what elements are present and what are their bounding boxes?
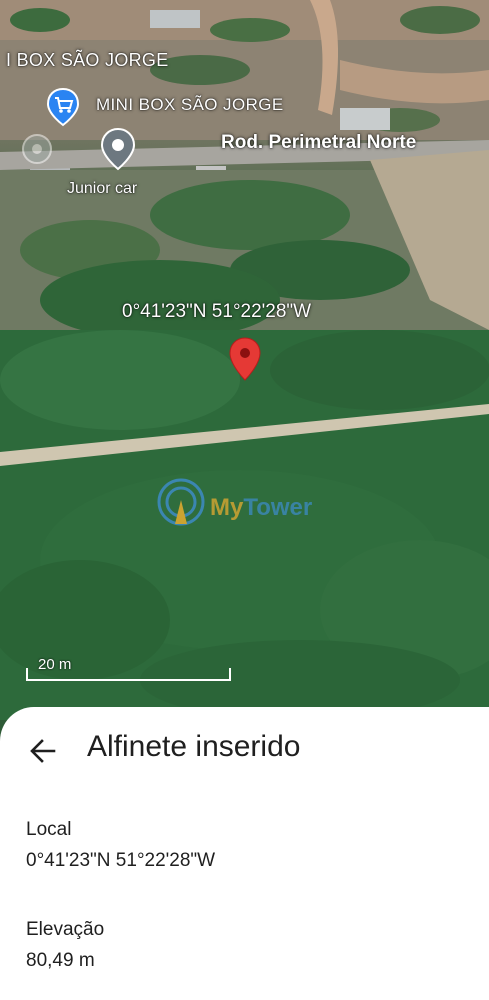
poi-label-shop[interactable]: MINI BOX SÃO JORGE — [96, 95, 284, 115]
mytower-watermark-text: MyTower — [210, 494, 313, 521]
poi-label-top[interactable]: I BOX SÃO JORGE — [6, 50, 169, 71]
location-pin-icon[interactable] — [100, 127, 136, 171]
elevation-value: 80,49 m — [26, 950, 95, 971]
back-arrow-icon[interactable] — [28, 734, 58, 768]
location-value[interactable]: 0°41'23"N 51°22'28"W — [26, 850, 215, 872]
location-label: Local — [26, 819, 72, 840]
road-label: Rod. Perimetral Norte — [221, 132, 417, 153]
sheet-title: Alfinete inserido — [87, 730, 301, 763]
satellite-map[interactable]: I BOX SÃO JORGE MINI BOX SÃO JORGE Junio… — [0, 0, 489, 720]
red-map-pin-icon[interactable] — [228, 336, 262, 382]
faded-location-icon — [22, 134, 52, 164]
elevation-label: Elevação — [26, 919, 105, 940]
poi-label-junior-car[interactable]: Junior car — [67, 180, 137, 198]
shopping-cart-pin-icon[interactable] — [46, 87, 80, 127]
pin-coordinates-label: 0°41'23"N 51°22'28"W — [122, 301, 312, 322]
scale-label: 20 m — [38, 656, 72, 673]
